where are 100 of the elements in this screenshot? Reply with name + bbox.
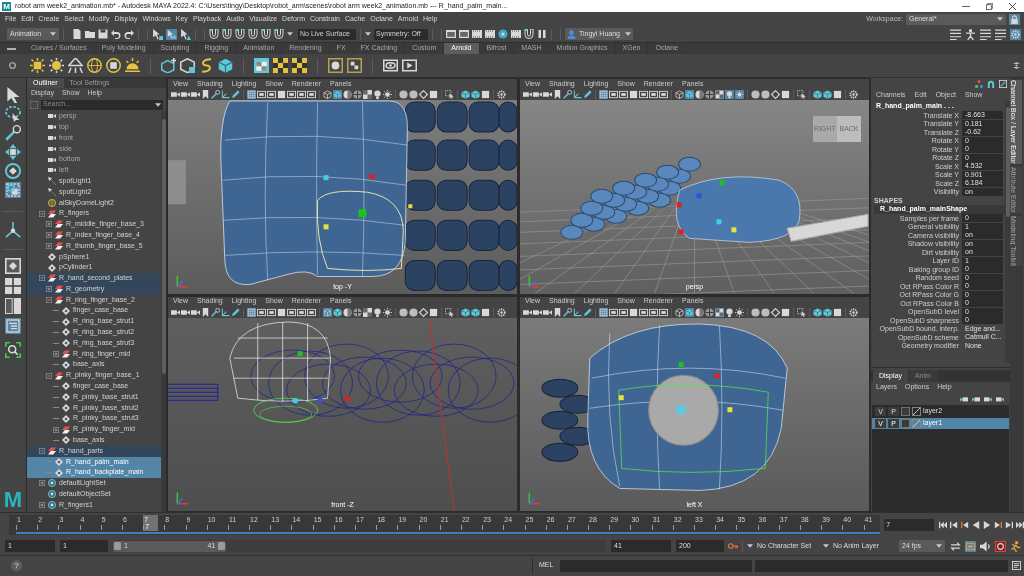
square-icon[interactable]	[277, 307, 286, 317]
half-sphere-icon[interactable]	[695, 90, 704, 99]
color-swatch-icon[interactable]	[901, 419, 910, 428]
running-figure-icon[interactable]	[1010, 540, 1021, 552]
frame-icon[interactable]	[659, 307, 668, 317]
scrollbar[interactable]	[1005, 101, 1010, 363]
checker-icon[interactable]	[363, 307, 372, 317]
manipulator-handle-icon[interactable]	[369, 174, 375, 180]
manipulator-handle-icon[interactable]	[714, 372, 720, 378]
speaker-icon[interactable]	[980, 540, 991, 552]
pencil-icon[interactable]	[231, 307, 240, 317]
collapse-icon[interactable]	[46, 372, 52, 379]
manipulator-handle-icon[interactable]	[716, 219, 722, 225]
frame-icon[interactable]	[619, 90, 628, 99]
paint-brush-icon[interactable]	[5, 125, 21, 141]
expand-icon[interactable]	[46, 286, 52, 293]
bulb-icon[interactable]	[725, 307, 734, 317]
lamp-icon[interactable]	[68, 58, 83, 73]
cube-icon[interactable]	[685, 307, 694, 317]
folder-icon[interactable]	[85, 29, 95, 39]
cube-icon[interactable]	[218, 58, 233, 73]
key-icon[interactable]	[728, 541, 738, 551]
framed-checker-icon[interactable]	[347, 58, 362, 73]
settings-icon[interactable]	[849, 90, 858, 99]
two-pane-icon[interactable]	[5, 298, 21, 314]
move-icon[interactable]	[5, 144, 21, 160]
frame-icon[interactable]	[267, 90, 276, 99]
manipulator-handle-icon[interactable]	[323, 224, 329, 230]
square-icon[interactable]	[629, 90, 638, 99]
wireframe-cube-icon[interactable]	[675, 307, 684, 317]
frame-icon[interactable]	[609, 307, 618, 317]
dotted-select-icon[interactable]	[445, 90, 454, 99]
square-icon[interactable]	[481, 307, 490, 317]
cube-icon[interactable]	[333, 307, 342, 317]
frame-icon[interactable]	[307, 307, 316, 317]
play-backward-icon[interactable]	[972, 521, 980, 529]
square-light-icon[interactable]	[30, 58, 45, 73]
record-icon[interactable]	[995, 540, 1006, 552]
frame-icon[interactable]	[287, 90, 296, 99]
sphere-icon[interactable]	[409, 307, 418, 317]
cube-icon[interactable]	[813, 90, 822, 99]
frame-icon[interactable]	[287, 307, 296, 317]
dots-icon[interactable]	[975, 80, 983, 88]
color-swatch-icon[interactable]	[901, 407, 910, 416]
caret-icon[interactable]	[365, 32, 371, 36]
collapse-icon[interactable]	[39, 275, 45, 282]
axes-icon[interactable]	[5, 222, 21, 238]
cube-icon[interactable]	[471, 307, 480, 317]
frame-icon[interactable]	[639, 307, 648, 317]
frame-icon[interactable]	[307, 90, 316, 99]
manipulator-handle-icon[interactable]	[678, 229, 684, 235]
bulb-icon[interactable]	[373, 307, 382, 317]
film-icon[interactable]	[472, 29, 482, 39]
magnet-icon[interactable]	[274, 29, 284, 39]
new-file-icon[interactable]	[72, 29, 82, 39]
axis-icon[interactable]	[573, 90, 582, 99]
grid-icon[interactable]	[247, 307, 256, 317]
brush-icon[interactable]	[211, 90, 220, 99]
pause-icon[interactable]	[537, 29, 547, 39]
half-sphere-icon[interactable]	[343, 307, 352, 317]
sphere-icon[interactable]	[705, 90, 714, 99]
settings-icon[interactable]	[497, 307, 506, 317]
sphere-icon[interactable]	[761, 307, 770, 317]
square-icon[interactable]	[481, 90, 490, 99]
slash-box-icon[interactable]	[912, 407, 921, 416]
range-handle-icon[interactable]	[218, 542, 226, 550]
expand-icon[interactable]	[53, 426, 59, 433]
diamond-icon[interactable]	[419, 307, 428, 317]
sphere-light-icon[interactable]	[49, 58, 64, 73]
wireframe-cube-icon[interactable]	[323, 90, 332, 99]
manipulator-handle-icon[interactable]	[727, 406, 733, 412]
frame-icon[interactable]	[297, 307, 306, 317]
cube-plus-icon[interactable]	[161, 58, 176, 73]
checker-icon[interactable]	[273, 58, 288, 73]
select-arrow-icon[interactable]	[5, 87, 21, 103]
slash-box-icon[interactable]	[999, 80, 1007, 88]
sphere-icon[interactable]	[353, 307, 362, 317]
cube-icon[interactable]	[823, 90, 832, 99]
dotted-select-icon[interactable]	[797, 307, 806, 317]
single-pane-icon[interactable]	[5, 258, 21, 274]
sphere-icon[interactable]	[399, 307, 408, 317]
checker-icon[interactable]	[363, 90, 372, 99]
manipulator-handle-icon[interactable]	[408, 204, 413, 209]
settings-icon[interactable]	[849, 307, 858, 317]
manipulator-handle-icon[interactable]	[344, 395, 350, 401]
frame-icon[interactable]	[257, 307, 266, 317]
frame-icon[interactable]	[649, 307, 658, 317]
expand-icon[interactable]	[46, 221, 52, 228]
film-icon[interactable]	[485, 29, 495, 39]
manipulator-handle-icon[interactable]	[618, 394, 624, 400]
list-pane-icon[interactable]	[5, 318, 21, 334]
eye-icon[interactable]	[383, 58, 398, 73]
brush-icon[interactable]	[563, 90, 572, 99]
collapse-icon[interactable]	[46, 296, 52, 303]
lock-icon[interactable]	[1009, 13, 1020, 25]
expand-icon[interactable]	[39, 480, 45, 487]
brush-icon[interactable]	[563, 307, 572, 317]
expand-icon[interactable]	[53, 350, 59, 357]
close-icon[interactable]	[1009, 2, 1016, 10]
arch-icon[interactable]	[987, 80, 995, 88]
